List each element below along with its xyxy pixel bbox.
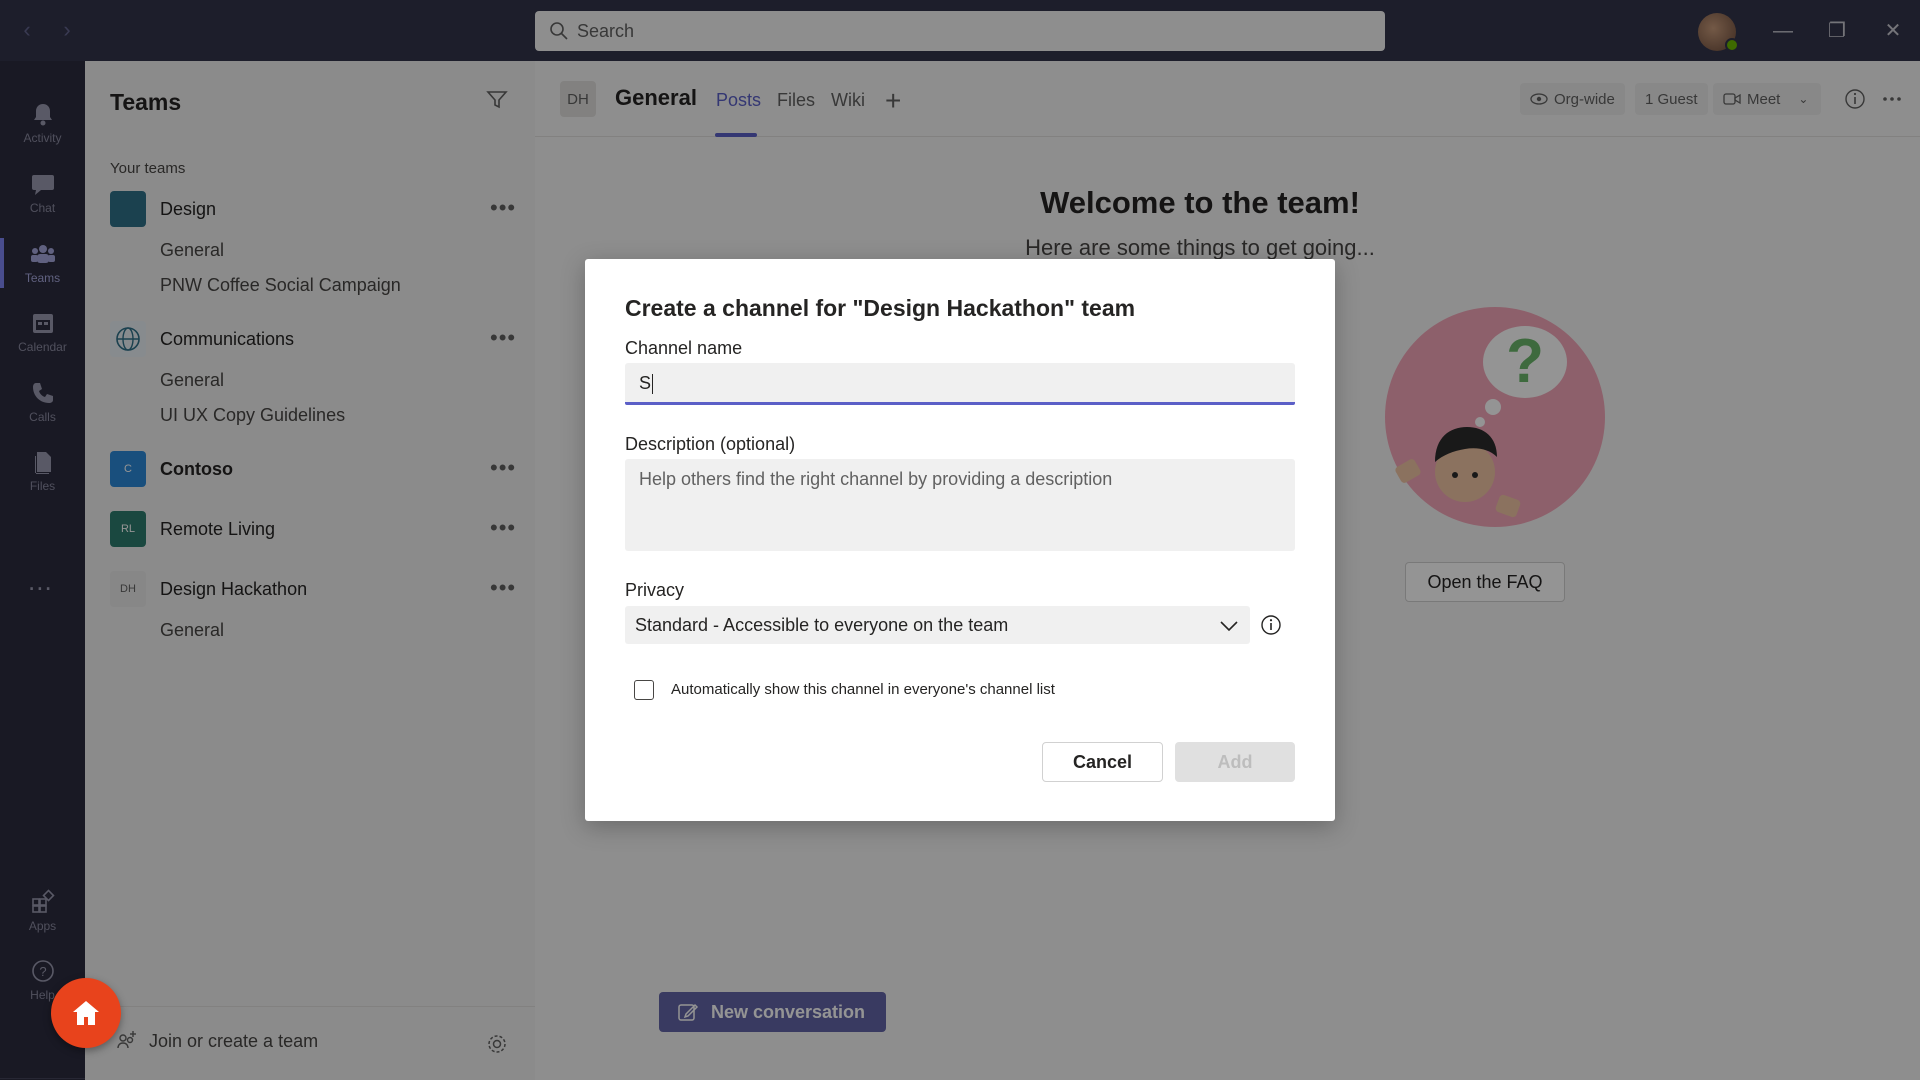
create-channel-dialog: Create a channel for "Design Hackathon" … [585, 259, 1335, 821]
home-button[interactable] [51, 978, 121, 1048]
channel-name-input[interactable]: S [625, 363, 1295, 405]
description-input[interactable]: Help others find the right channel by pr… [625, 459, 1295, 551]
add-button[interactable]: Add [1175, 742, 1295, 782]
auto-show-checkbox[interactable] [634, 680, 654, 700]
home-icon [73, 1001, 99, 1025]
info-icon[interactable] [1260, 614, 1282, 636]
privacy-value: Standard - Accessible to everyone on the… [635, 615, 1009, 635]
chevron-down-icon [1220, 621, 1238, 632]
description-placeholder: Help others find the right channel by pr… [639, 469, 1113, 489]
dialog-title: Create a channel for "Design Hackathon" … [625, 295, 1136, 321]
description-label: Description (optional) [625, 434, 796, 454]
auto-show-label: Automatically show this channel in every… [671, 681, 1055, 698]
cancel-button[interactable]: Cancel [1042, 742, 1163, 782]
channel-name-value: S [639, 373, 652, 393]
channel-name-label: Channel name [625, 338, 743, 358]
text-caret [652, 374, 654, 395]
privacy-label: Privacy [625, 580, 685, 600]
privacy-select[interactable]: Standard - Accessible to everyone on the… [625, 606, 1250, 644]
